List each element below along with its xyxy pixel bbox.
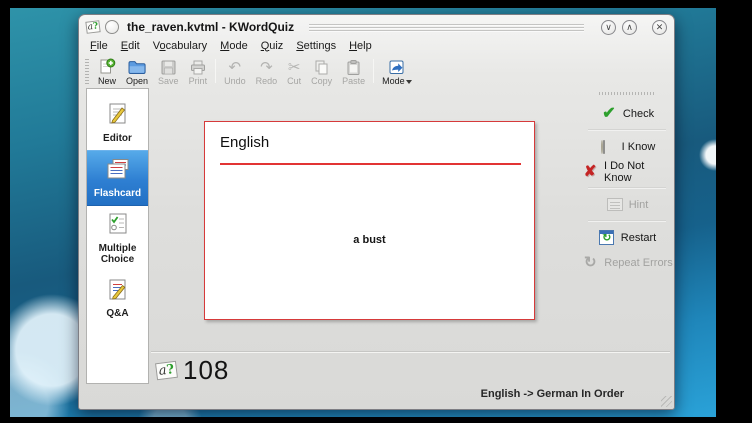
menu-file[interactable]: File [90, 40, 108, 52]
cut-scissors-icon: ✂ [288, 58, 301, 76]
card-count: 108 [183, 355, 229, 386]
menu-help[interactable]: Help [349, 40, 372, 52]
dock-separator [588, 187, 666, 189]
chevron-down-icon [406, 80, 412, 84]
save-icon [160, 58, 177, 76]
kwordquiz-window: a? the_raven.kvtml - KWordQuiz ∨ ∧ ✕ Fil… [78, 14, 675, 410]
mode-sidebar: Editor Flashcard Multiple Choice Q&A [86, 88, 149, 384]
toolbar: New Open Save Print [79, 54, 674, 88]
dock-handle[interactable] [599, 92, 655, 95]
sidebar-item-flashcard[interactable]: Flashcard [87, 150, 148, 206]
repeat-errors-icon: ↻ [581, 254, 599, 272]
multiple-choice-icon [105, 211, 131, 241]
flashcard-language-label: English [220, 134, 269, 151]
card-counter: a? 108 [156, 355, 229, 386]
flashcard-divider [220, 163, 521, 165]
toolbar-separator [215, 59, 216, 83]
undo-button[interactable]: ↶ Undo [219, 55, 251, 87]
titlebar[interactable]: a? the_raven.kvtml - KWordQuiz ∨ ∧ ✕ [79, 15, 674, 37]
hint-button[interactable]: Hint [581, 194, 673, 215]
i-know-button[interactable]: I Know [581, 136, 673, 157]
question-answer-icon [105, 277, 131, 307]
menu-quiz[interactable]: Quiz [261, 40, 284, 52]
titlebar-decoration [309, 24, 584, 33]
mode-button[interactable]: Mode [377, 55, 417, 87]
copy-icon [313, 58, 330, 76]
print-icon [189, 58, 207, 76]
menu-edit[interactable]: Edit [121, 40, 140, 52]
menu-vocabulary[interactable]: Vocabulary [153, 40, 207, 52]
hint-icon [606, 196, 624, 214]
resize-grip[interactable] [661, 396, 672, 407]
bottom-separator [151, 351, 670, 352]
new-document-icon [98, 58, 116, 76]
repeat-errors-button[interactable]: ↻ Repeat Errors [581, 252, 673, 273]
paste-button[interactable]: Paste [337, 55, 370, 87]
paste-clipboard-icon [345, 58, 362, 76]
open-button[interactable]: Open [121, 55, 153, 87]
toolbar-handle[interactable] [85, 59, 89, 84]
kwordquiz-logo-icon: a? [155, 361, 178, 380]
sidebar-item-multiple-choice[interactable]: Multiple Choice [87, 206, 148, 272]
restart-button[interactable]: ↻ Restart [581, 227, 673, 248]
menu-mode[interactable]: Mode [220, 40, 248, 52]
print-button[interactable]: Print [184, 55, 213, 87]
app-icon: a? [85, 20, 100, 34]
redo-button[interactable]: ↷ Redo [251, 55, 283, 87]
menubar: File Edit Vocabulary Mode Quiz Settings … [79, 37, 674, 54]
cut-button[interactable]: ✂ Cut [282, 55, 306, 87]
copy-button[interactable]: Copy [306, 55, 337, 87]
redo-icon: ↷ [260, 58, 273, 76]
editor-icon [105, 101, 131, 131]
minimize-button[interactable]: ∨ [601, 20, 616, 35]
flashcard-word: a bust [205, 234, 534, 246]
restart-icon: ↻ [598, 229, 616, 247]
window-title: the_raven.kvtml - KWordQuiz [127, 20, 294, 34]
desktop-background: a? the_raven.kvtml - KWordQuiz ∨ ∧ ✕ Fil… [10, 8, 716, 417]
i-do-not-know-button[interactable]: ✘ I Do Not Know [581, 161, 673, 182]
flashcard-icon [105, 156, 131, 186]
open-folder-icon [127, 58, 147, 76]
flashcard[interactable]: English a bust [204, 121, 535, 320]
titlebar-menu-button[interactable] [105, 20, 119, 34]
mode-icon [388, 58, 405, 76]
dock-separator [588, 129, 666, 131]
undo-icon: ↶ [229, 58, 242, 76]
statusbar-mode-text: English -> German In Order [481, 388, 624, 400]
red-x-icon: ✘ [581, 163, 599, 181]
lightbulb-icon [599, 138, 617, 156]
sidebar-item-qa[interactable]: Q&A [87, 272, 148, 326]
check-button[interactable]: ✔ Check [581, 103, 673, 124]
maximize-button[interactable]: ∧ [622, 20, 637, 35]
close-button[interactable]: ✕ [652, 20, 667, 35]
sidebar-item-editor[interactable]: Editor [87, 96, 148, 150]
menu-settings[interactable]: Settings [296, 40, 336, 52]
quiz-actions-dock: ✔ Check I Know ✘ I Do Not Know Hint [581, 92, 673, 275]
check-icon: ✔ [600, 105, 618, 123]
dock-separator [588, 220, 666, 222]
toolbar-separator [373, 59, 374, 83]
new-button[interactable]: New [93, 55, 121, 87]
save-button[interactable]: Save [153, 55, 184, 87]
